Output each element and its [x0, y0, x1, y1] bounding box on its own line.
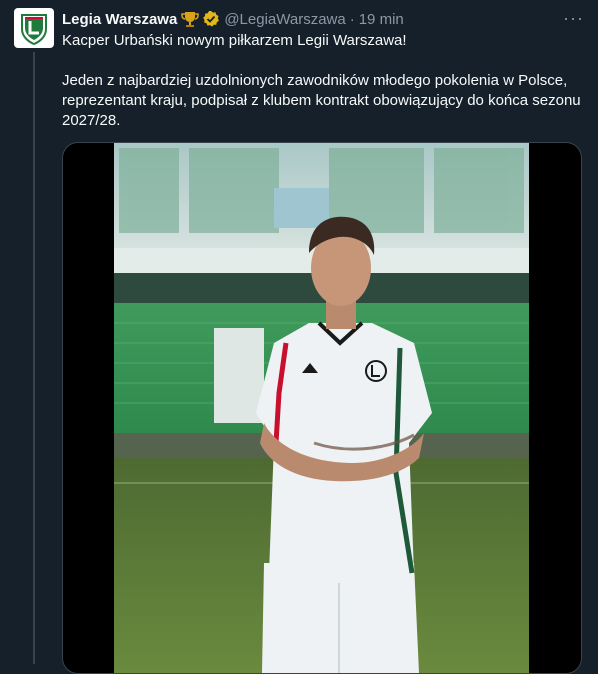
- tweet-text-headline: Kacper Urbański nowym piłkarzem Legii Wa…: [62, 32, 407, 49]
- thread-line: [33, 52, 35, 664]
- separator-dot: ·: [349, 10, 355, 28]
- trophy-icon: [181, 10, 200, 28]
- player-photo: [114, 143, 529, 673]
- tweet-media[interactable]: [62, 142, 582, 674]
- verified-badge-icon[interactable]: [202, 10, 220, 28]
- tweet-text: Kacper Urbański nowym piłkarzem Legii Wa…: [62, 31, 582, 131]
- author-name[interactable]: Legia Warszawa: [62, 11, 177, 28]
- more-icon[interactable]: ···: [563, 8, 584, 29]
- avatar[interactable]: [14, 8, 54, 48]
- legia-crest-icon: [21, 14, 47, 45]
- author-handle[interactable]: @LegiaWarszawa: [224, 11, 345, 28]
- tweet-header: Legia Warszawa @LegiaWarszawa · 19 min ·…: [62, 8, 584, 29]
- timestamp[interactable]: 19 min: [359, 11, 404, 28]
- tweet-text-body: Jeden z najbardziej uzdolnionych zawodni…: [62, 72, 581, 129]
